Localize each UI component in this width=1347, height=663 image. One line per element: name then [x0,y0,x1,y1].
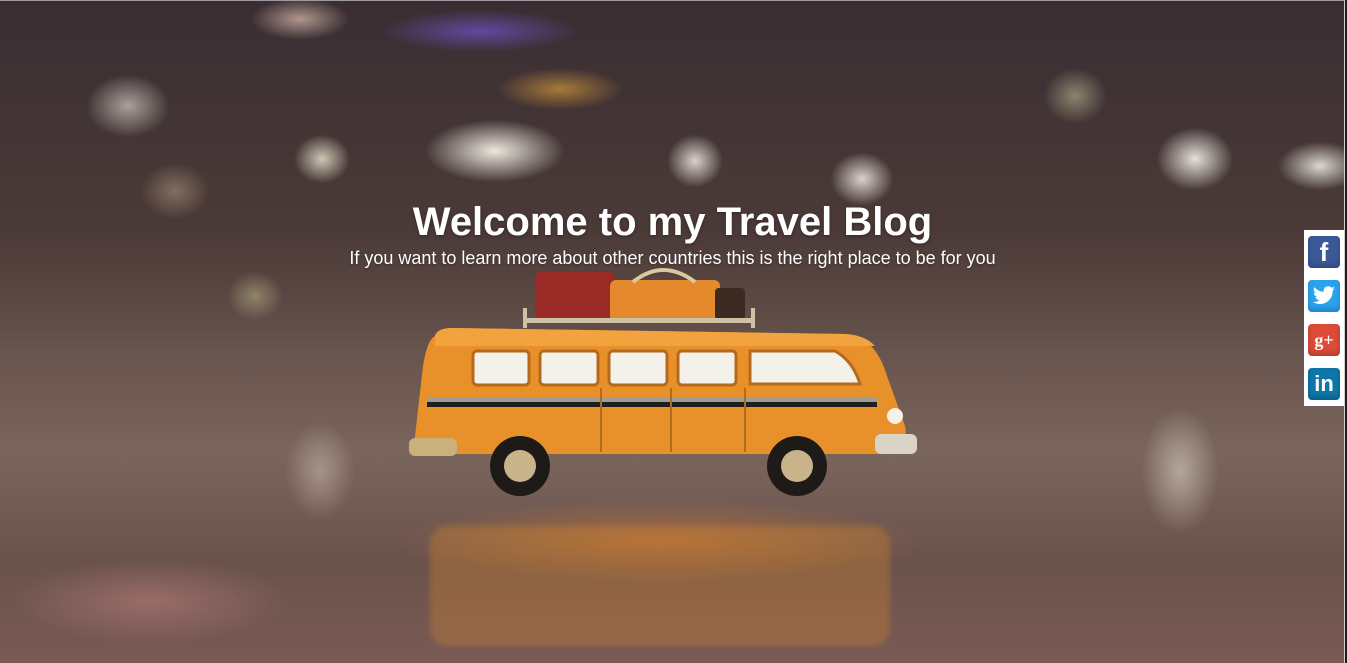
social-share-bar: f g+ in [1304,230,1344,406]
google-plus-icon: g+ [1308,324,1340,356]
linkedin-share-button[interactable]: in [1304,362,1344,406]
toy-bus-image [409,268,917,496]
google-plus-share-button[interactable]: g+ [1304,318,1344,362]
google-plus-glyph: g+ [1314,329,1334,350]
linkedin-glyph: in [1314,371,1334,396]
twitter-bird-icon [1313,286,1335,304]
facebook-icon: f [1308,236,1340,268]
page-title: Welcome to my Travel Blog [412,200,933,244]
page-subtitle: If you want to learn more about other co… [349,248,996,268]
hero-banner: Welcome to my Travel Blog If you want to… [0,0,1345,663]
bus-reflection-image [430,526,890,646]
facebook-share-button[interactable]: f [1304,230,1344,274]
twitter-icon [1308,280,1340,312]
linkedin-icon: in [1308,368,1340,400]
twitter-share-button[interactable] [1304,274,1344,318]
facebook-glyph: f [1319,237,1329,267]
hero-copy: Welcome to my Travel Blog If you want to… [0,197,1344,269]
